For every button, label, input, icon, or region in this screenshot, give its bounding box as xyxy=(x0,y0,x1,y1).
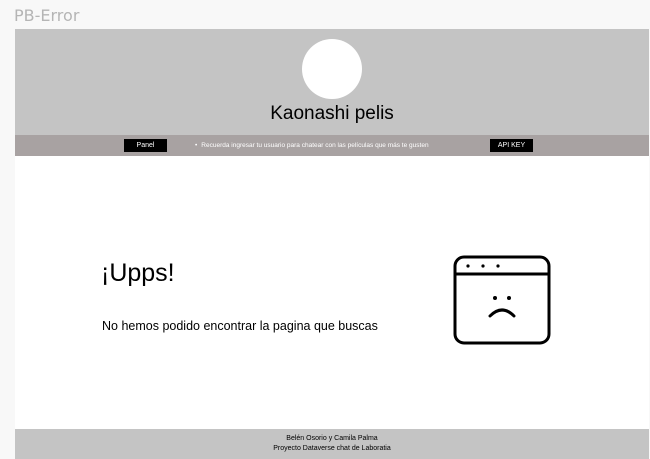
frame-label: PB-Error xyxy=(14,6,80,25)
site-title: Kaonashi pelis xyxy=(270,103,394,124)
panel-button[interactable]: Panel xyxy=(124,139,167,152)
bullet-icon: • xyxy=(195,142,198,149)
error-message: No hemos podido encontrar la pagina que … xyxy=(102,319,378,333)
site-header: Kaonashi pelis xyxy=(15,29,649,135)
reminder-label: Recuerda ingresar tu usuario para chatea… xyxy=(201,142,429,149)
logo-avatar[interactable] xyxy=(302,39,362,99)
sad-browser-window-icon xyxy=(453,255,551,345)
api-key-button[interactable]: API KEY xyxy=(490,139,533,152)
navbar: Panel • Recuerda ingresar tu usuario para… xyxy=(15,135,649,156)
site-footer: Belén Osorio y Camila Palma Proyecto Dat… xyxy=(15,429,649,459)
footer-authors: Belén Osorio y Camila Palma xyxy=(286,435,378,442)
nav-reminder-text: • Recuerda ingresar tu usuario para chate… xyxy=(195,139,429,152)
error-title: ¡Upps! xyxy=(101,259,175,287)
page: Kaonashi pelis Panel • Recuerda ingresar … xyxy=(15,29,649,459)
footer-project: Proyecto Dataverse chat de Laboratia xyxy=(273,445,391,452)
